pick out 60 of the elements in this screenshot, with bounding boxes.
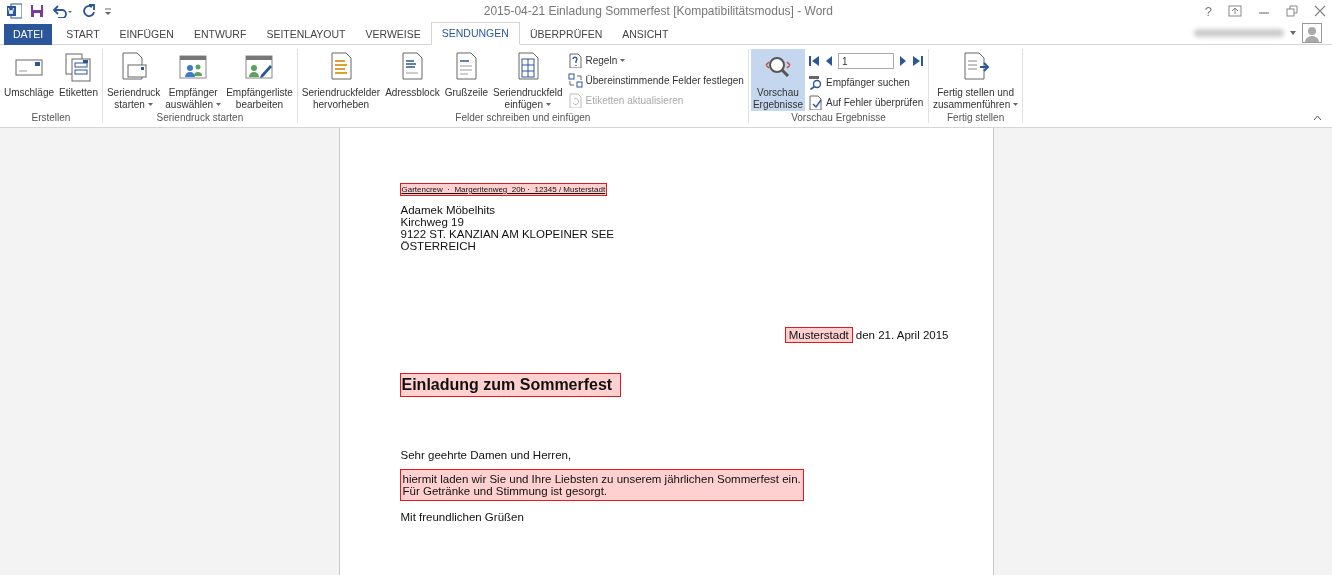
ribbon-button[interactable]: Adressblock [383, 49, 442, 111]
ribbon-tab[interactable]: SEITENLAYOUT [256, 24, 356, 45]
question-document-icon [567, 52, 583, 68]
ribbon-tab[interactable]: EINFÜGEN [109, 24, 184, 45]
ribbon-button[interactable]: Auf Fehler überprüfen [805, 93, 926, 111]
ribbon-button[interactable]: Grußzeile [442, 49, 491, 111]
group-label: Seriendruck starten [155, 111, 245, 125]
group-label: Fertig stellen [945, 111, 1006, 125]
ribbon-button[interactable]: Empfängerliste bearbeiten [224, 49, 295, 111]
caret-icon[interactable] [1290, 31, 1296, 35]
first-record-icon[interactable] [807, 55, 820, 67]
last-record-icon[interactable] [911, 55, 924, 67]
group-label: Vorschau Ergebnisse [790, 111, 887, 125]
close-icon[interactable] [1314, 5, 1326, 17]
file-tab[interactable]: DATEI [4, 24, 53, 45]
ribbon-button[interactable]: Empfänger auswählen [163, 49, 224, 111]
body-paragraph: hiermit laden wir Sie und Ihre Liebsten zu unserem jährlichen Sommerfest ein. Für Getränke und Stimmung ist gesorgt. [400, 470, 803, 500]
word-logo-icon[interactable] [6, 3, 22, 19]
ribbon-display-icon[interactable] [1228, 5, 1242, 17]
ribbon-button[interactable]: Vorschau Ergebnisse [750, 49, 805, 111]
ribbon-button[interactable]: Übereinstimmende Felder festlegen [565, 71, 746, 89]
previous-record-icon[interactable] [824, 55, 833, 67]
address-line: 9122 ST. KANZIAN AM KLOPEINER SEE [400, 228, 614, 240]
refresh-document-icon [567, 92, 583, 108]
ribbon-button[interactable]: Seriendruckfeld einfügen [491, 49, 565, 111]
place-field: Musterstadt [785, 328, 852, 342]
ribbon-tab[interactable]: START [56, 24, 110, 45]
address-line: Kirchweg 19 [400, 216, 464, 228]
address-line: Adamek Möbelhits [400, 204, 496, 216]
window-title: 2015-04-21 Einladung Sommerfest [Kompatibilitätsmodus] - Word [482, 4, 835, 18]
undo-icon[interactable] [52, 4, 74, 18]
closing-text: Mit freundlichen Grüßen [400, 511, 524, 523]
help-button[interactable]: ? [1204, 3, 1212, 19]
swap-arrows-icon [567, 72, 583, 88]
ribbon-tab[interactable]: ENTWURF [183, 24, 257, 45]
address-line: ÖSTERREICH [400, 240, 476, 252]
record-number-field[interactable]: 1 [837, 53, 894, 69]
subject-heading: Einladung zum Sommerfest [400, 374, 621, 396]
group-label: Erstellen [30, 111, 72, 125]
customize-caret-icon[interactable] [104, 6, 112, 16]
ribbon-button[interactable]: Seriendruckfelder hervorheben [299, 49, 383, 111]
redo-icon[interactable] [82, 4, 96, 18]
next-record-icon[interactable] [898, 55, 907, 67]
ribbon-button[interactable]: Fertig stellen und zusammenführen [930, 49, 1021, 111]
check-document-icon [807, 94, 823, 110]
ribbon-tab[interactable]: ÜBERPRÜFEN [519, 24, 613, 45]
ribbon-tab[interactable]: VERWEISE [355, 24, 431, 45]
ribbon-button[interactable]: Empfänger suchen [805, 73, 926, 91]
ribbon-button[interactable]: Umschläge [2, 49, 57, 111]
ribbon-button[interactable]: Seriendruck starten [104, 49, 163, 111]
avatar-icon[interactable] [1302, 23, 1322, 43]
ribbon-tab[interactable]: ANSICHT [612, 24, 679, 45]
date-text: den 21. April 2015 [855, 329, 949, 341]
salutation: Sehr geehrte Damen und Herren, [400, 449, 572, 461]
search-icon [807, 74, 823, 90]
ribbon-tab[interactable]: SENDUNGEN [430, 22, 520, 45]
ribbon-button[interactable]: Etiketten [57, 49, 100, 111]
group-label: Felder schreiben und einfügen [454, 111, 592, 125]
collapse-ribbon-icon[interactable] [1313, 115, 1322, 121]
ribbon-button[interactable]: Regeln [565, 51, 746, 69]
